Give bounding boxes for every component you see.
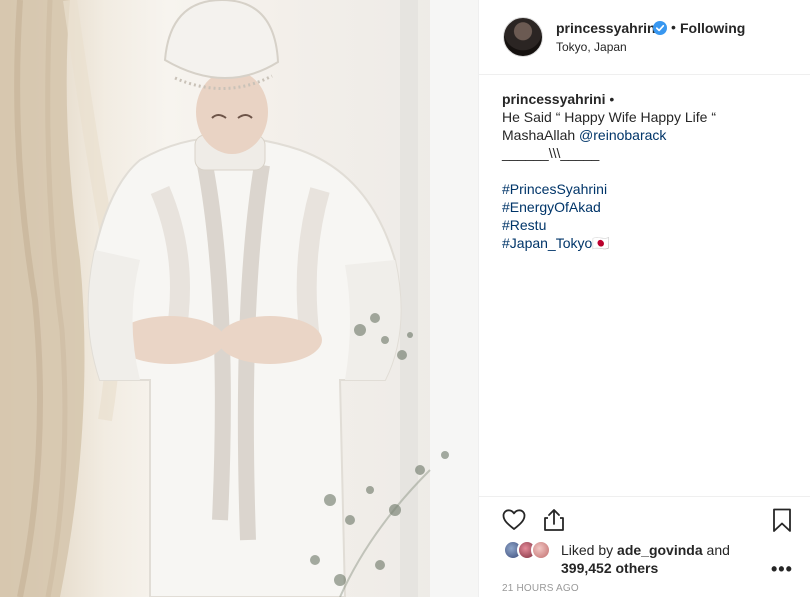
caption-line: MashaAllah xyxy=(502,127,580,143)
post-details-panel: princessyahrini • Following Tokyo, Japan… xyxy=(478,0,810,597)
header-username-link[interactable]: princessyahrini xyxy=(556,20,660,36)
avatar xyxy=(531,540,551,560)
verified-badge-icon xyxy=(653,21,667,35)
header-separator: • xyxy=(671,19,676,35)
bookmark-icon[interactable] xyxy=(769,507,795,533)
post-header: princessyahrini • Following Tokyo, Japan xyxy=(479,0,810,75)
post-image-illustration xyxy=(0,0,478,597)
mention-link[interactable]: @reinobarack xyxy=(579,127,666,143)
hashtag-link[interactable]: #Restu xyxy=(502,216,792,234)
hashtag-link[interactable]: #Japan_Tokyo🇯🇵 xyxy=(502,234,792,252)
likes-count-link[interactable]: 399,452 others xyxy=(561,560,658,576)
caption-username-link[interactable]: princessyahrini xyxy=(502,91,606,107)
liker-username-link[interactable]: ade_govinda xyxy=(617,542,703,558)
likes-middle: and xyxy=(702,542,730,558)
liker-avatars[interactable] xyxy=(503,540,557,562)
caption-line: He Said “ Happy Wife Happy Life “ xyxy=(502,109,716,125)
post-image[interactable] xyxy=(0,0,478,597)
location-link[interactable]: Tokyo, Japan xyxy=(556,40,627,54)
likes-prefix: Liked by xyxy=(561,542,618,558)
caption-bullet: • xyxy=(605,91,615,107)
post-timestamp[interactable]: 21 HOURS AGO xyxy=(502,583,579,594)
likes-summary: Liked by ade_govinda and 399,452 others xyxy=(561,541,730,577)
post-actions: Liked by ade_govinda and 399,452 others … xyxy=(479,496,810,597)
share-icon[interactable] xyxy=(541,507,567,533)
heart-icon[interactable] xyxy=(501,507,527,533)
caption-line: ______\\\_____ xyxy=(502,145,600,161)
hashtag-link[interactable]: #PrincesSyahrini xyxy=(502,180,792,198)
post-caption: princessyahrini • He Said “ Happy Wife H… xyxy=(502,90,792,252)
more-options-icon[interactable]: ••• xyxy=(771,559,793,580)
following-button[interactable]: Following xyxy=(680,20,745,36)
hashtag-link[interactable]: #EnergyOfAkad xyxy=(502,198,792,216)
avatar[interactable] xyxy=(503,17,543,57)
